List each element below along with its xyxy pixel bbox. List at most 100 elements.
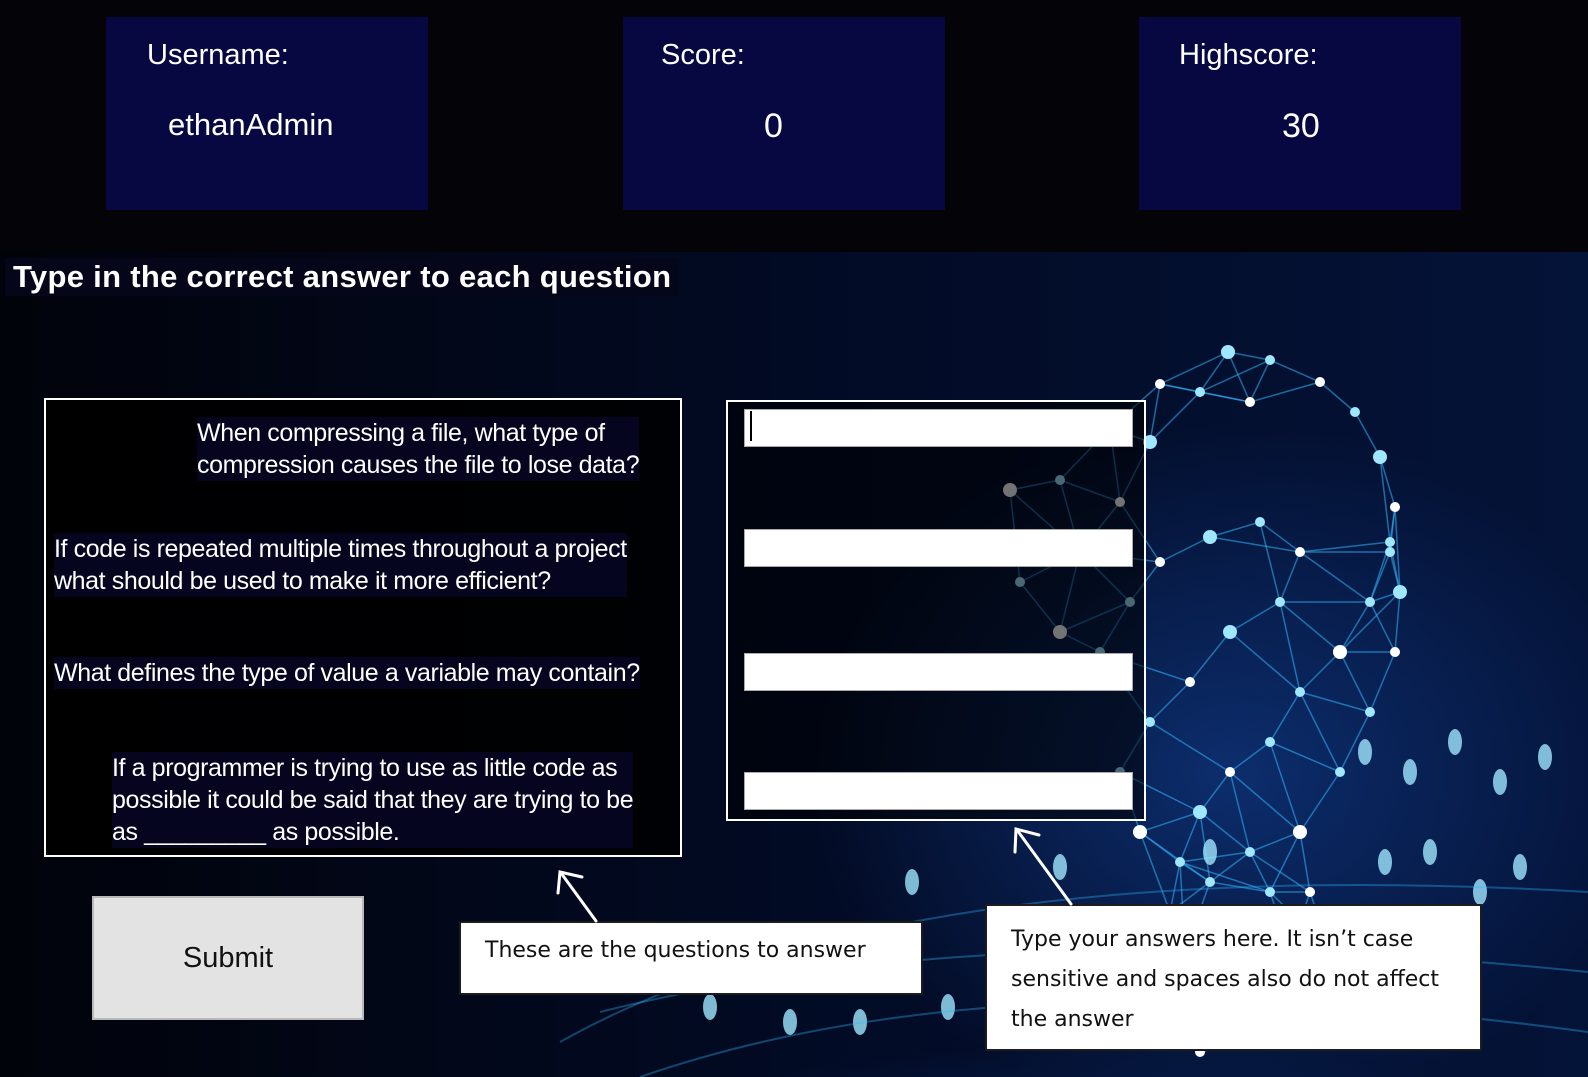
network-edge [1269,359,1321,383]
network-node [1133,825,1147,839]
light-droplet [703,994,717,1020]
light-droplet [1448,729,1462,755]
username-card: Username: ethanAdmin [106,17,428,210]
network-node [1295,547,1305,557]
network-node [1223,625,1237,639]
network-edge [1159,351,1229,385]
username-label: Username: [147,39,289,71]
light-droplet [1403,759,1417,785]
network-node [1365,707,1375,717]
light-droplet [1358,739,1372,765]
network-edge [1269,691,1301,743]
network-node [1185,677,1195,687]
network-edge [1229,631,1301,693]
network-node [1305,887,1315,897]
network-edge [1159,383,1201,393]
network-node [1193,805,1207,819]
network-node [1225,767,1235,777]
network-edge [1299,551,1371,603]
network-node [1155,557,1165,567]
light-droplet [1203,839,1217,865]
network-node [1145,717,1155,727]
network-edge [1299,541,1391,553]
network-edge [1209,536,1301,553]
network-edge [1369,651,1396,713]
score-card: Score: 0 [623,17,945,210]
network-node [1245,397,1255,407]
light-droplet [1423,839,1437,865]
network-edge [1299,651,1341,693]
light-droplet [1493,769,1507,795]
network-node [1373,450,1387,464]
network-edge [1299,771,1341,833]
network-edge [1319,381,1356,413]
light-droplet [1473,879,1487,905]
network-edge [1394,591,1401,653]
question-1: When compressing a file, what type of co… [197,417,640,481]
network-edge [1159,536,1211,563]
network-node [1175,857,1185,867]
network-edge [1179,811,1201,863]
highscore-label: Highscore: [1179,39,1318,71]
network-node [1265,737,1275,747]
highscore-card: Highscore: 30 [1139,17,1461,210]
network-node [1265,355,1275,365]
network-node [1155,379,1165,389]
network-edge [1249,359,1271,403]
network-edge [1229,601,1281,633]
network-node [1203,530,1217,544]
network-node [1195,387,1205,397]
light-droplet [1538,744,1552,770]
network-edge [1299,691,1341,773]
network-edge [1389,506,1396,543]
network-node [1293,825,1307,839]
network-edge [1139,811,1201,833]
network-edge [1209,521,1261,538]
network-edge [1199,391,1251,403]
network-edge [1229,771,1251,853]
network-edge [1354,411,1381,458]
network-edge [1149,721,1231,773]
network-node [1385,537,1395,547]
network-edge [1379,456,1391,543]
network-node [1295,687,1305,697]
network-node [1205,877,1215,887]
network-node [1390,502,1400,512]
question-4: If a programmer is trying to use as litt… [112,752,634,848]
network-node [1365,597,1375,607]
network-node [1335,767,1345,777]
username-value: ethanAdmin [168,107,334,142]
network-node [1390,647,1400,657]
light-droplet [905,869,919,895]
score-value: 0 [764,107,783,145]
network-edge [1199,771,1231,813]
submit-button[interactable]: Submit [92,896,364,1020]
network-edge [1249,831,1301,853]
network-edge [1299,831,1311,893]
highscore-value: 30 [1282,107,1320,145]
network-edge [1229,741,1271,773]
network-node [1221,345,1235,359]
answer-input-1[interactable] [744,409,1133,447]
question-2: If code is repeated multiple times throu… [54,533,627,597]
instruction-heading: Type in the correct answer to each quest… [5,258,680,296]
network-node [1315,377,1325,387]
light-droplet [783,1009,797,1035]
network-node [1245,847,1255,857]
answer-input-3[interactable] [744,653,1133,691]
questions-callout: These are the questions to answer [459,921,923,995]
answers-callout: Type your answers here. It isn’t case se… [985,904,1482,1051]
network-edge [1269,741,1341,773]
light-droplet [1053,854,1067,880]
network-edge [1189,631,1231,683]
answers-panel [726,400,1146,821]
network-node [1393,585,1407,599]
answer-input-2[interactable] [744,529,1133,567]
answer-input-4[interactable] [744,772,1133,810]
network-node [1265,887,1275,897]
network-node [1255,517,1265,527]
question-3: What defines the type of value a variabl… [54,657,640,689]
network-node [1275,597,1285,607]
score-label: Score: [661,39,745,71]
network-node [1385,547,1395,557]
